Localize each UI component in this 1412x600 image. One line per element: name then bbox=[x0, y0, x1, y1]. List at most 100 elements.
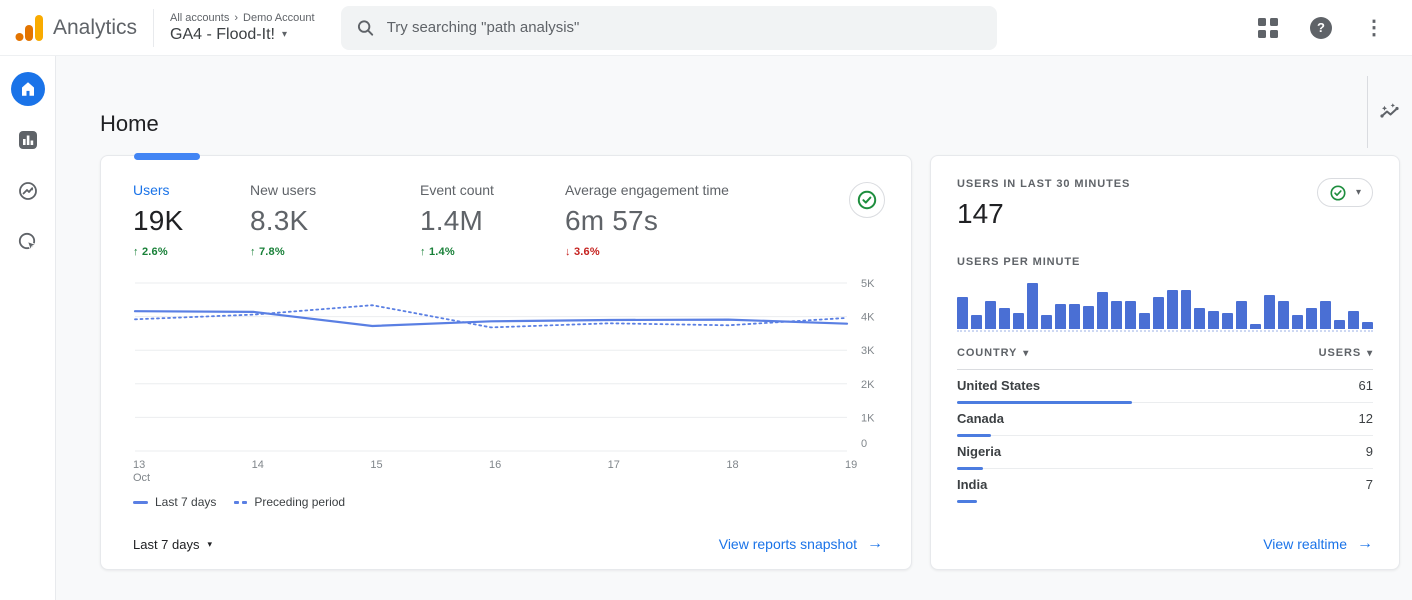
sidebar-item-reports[interactable] bbox=[11, 123, 45, 157]
check-circle-icon bbox=[1330, 184, 1346, 201]
minute-bar bbox=[1362, 322, 1374, 329]
metric-value: 8.3K bbox=[250, 205, 309, 236]
sidebar-item-advertising[interactable] bbox=[11, 225, 45, 259]
users-trend-chart: 5K 4K 3K 2K 1K 0 13 Oct 14 15 16 17 18 19 bbox=[133, 274, 883, 489]
minute-bar bbox=[1068, 303, 1080, 329]
bar-chart-icon bbox=[18, 131, 37, 149]
breadcrumb-account: All accounts bbox=[170, 11, 230, 24]
reports-snapshot-card: Users 19K ↑ 2.6% New users 8.3K ↑ 7.8% E… bbox=[100, 153, 912, 570]
svg-text:5K: 5K bbox=[861, 278, 875, 290]
realtime-card: USERS IN LAST 30 MINUTES 147 ▾ USERS PER… bbox=[930, 155, 1400, 570]
metric-label: Users bbox=[133, 182, 170, 198]
search-bar[interactable] bbox=[340, 5, 997, 50]
svg-text:1K: 1K bbox=[861, 412, 875, 424]
more-vert-icon[interactable]: ⋮ bbox=[1364, 18, 1384, 38]
minute-bar bbox=[1278, 301, 1290, 329]
metric-delta: ↓ 3.6% bbox=[565, 246, 600, 258]
svg-text:4K: 4K bbox=[861, 312, 875, 324]
home-icon bbox=[21, 82, 34, 96]
breadcrumb-separator: › bbox=[234, 11, 239, 24]
minute-bar bbox=[1348, 310, 1360, 329]
minute-bar bbox=[1320, 301, 1332, 329]
users-per-minute-chart bbox=[957, 280, 1374, 332]
active-metric-tab-indicator bbox=[134, 153, 200, 160]
table-row-united-states: United States 61 bbox=[957, 370, 1373, 404]
sort-caret-icon: ▾ bbox=[1367, 347, 1373, 359]
minute-bar bbox=[1334, 319, 1346, 329]
svg-text:16: 16 bbox=[489, 459, 501, 471]
metric-event-count[interactable]: Event count 1.4M ↑ 1.4% bbox=[420, 182, 565, 258]
minute-bar bbox=[1110, 301, 1122, 329]
chevron-down-icon: ▾ bbox=[281, 29, 287, 40]
insights-panel-toggle[interactable] bbox=[1367, 76, 1412, 148]
metric-avg-engagement-time[interactable]: Average engagement time 6m 57s ↓ 3.6% bbox=[565, 182, 729, 258]
left-nav-rail bbox=[0, 56, 56, 600]
realtime-users-value: 147 bbox=[957, 198, 1004, 229]
trend-arrow-icon: ↑ bbox=[420, 246, 426, 258]
metric-new-users[interactable]: New users 8.3K ↑ 7.8% bbox=[250, 182, 420, 258]
advertising-icon bbox=[18, 232, 37, 252]
minute-bar bbox=[1026, 283, 1038, 329]
svg-text:18: 18 bbox=[726, 459, 738, 471]
sidebar-item-explore[interactable] bbox=[11, 174, 45, 208]
table-row-nigeria: Nigeria 9 bbox=[957, 436, 1373, 470]
apps-grid-icon[interactable] bbox=[1258, 17, 1278, 38]
header-divider bbox=[153, 8, 155, 47]
metric-label: Average engagement time bbox=[565, 182, 729, 198]
minute-bar bbox=[1292, 315, 1304, 329]
minute-bar bbox=[1306, 308, 1318, 329]
legend-preceding-period: Preceding period bbox=[234, 495, 345, 509]
analytics-logo-icon bbox=[15, 14, 43, 41]
date-range-dropdown[interactable]: Last 7 days ▾ bbox=[133, 537, 212, 552]
minute-bar bbox=[1124, 301, 1136, 329]
minute-bar bbox=[1152, 296, 1164, 329]
view-realtime-link[interactable]: View realtime → bbox=[1263, 535, 1373, 553]
search-input[interactable] bbox=[386, 19, 981, 36]
analytics-logo[interactable]: Analytics bbox=[0, 13, 137, 43]
main-content: Home Users 19K ↑ 2.6% New users 8.3K ↑ 7… bbox=[56, 56, 1412, 600]
data-quality-badge[interactable] bbox=[849, 182, 885, 218]
page-title: Home bbox=[100, 111, 159, 136]
breadcrumb: All accounts › Demo Account bbox=[170, 12, 315, 24]
sidebar-item-home[interactable] bbox=[10, 72, 45, 106]
minute-bar bbox=[1096, 292, 1108, 329]
metric-value: 6m 57s bbox=[565, 205, 659, 236]
svg-text:14: 14 bbox=[252, 459, 264, 471]
metric-label: Event count bbox=[420, 182, 494, 198]
minute-bar bbox=[1194, 308, 1206, 329]
minute-bar bbox=[1138, 312, 1150, 329]
trend-arrow-icon: ↑ bbox=[133, 246, 139, 258]
table-row-india: India 7 bbox=[957, 469, 1373, 503]
minute-bar bbox=[1082, 306, 1094, 329]
minute-bar bbox=[998, 308, 1010, 329]
svg-text:19: 19 bbox=[845, 459, 857, 471]
sort-caret-icon: ▾ bbox=[1023, 347, 1030, 359]
insights-icon bbox=[1380, 103, 1399, 118]
users-per-minute-label: USERS PER MINUTE bbox=[957, 256, 1081, 268]
realtime-title: USERS IN LAST 30 MINUTES bbox=[957, 178, 1131, 190]
trend-arrow-icon: ↑ bbox=[250, 246, 256, 258]
explore-icon bbox=[18, 182, 37, 200]
minute-bar bbox=[1208, 310, 1220, 329]
svg-text:3K: 3K bbox=[861, 345, 875, 357]
minute-bar bbox=[1250, 324, 1262, 329]
metric-value: 1.4M bbox=[420, 205, 484, 236]
property-selector[interactable]: GA4 - Flood-It! ▾ bbox=[170, 26, 315, 44]
svg-text:0: 0 bbox=[861, 438, 867, 450]
metric-users[interactable]: Users 19K ↑ 2.6% bbox=[133, 182, 250, 258]
chart-legend: Last 7 days Preceding period bbox=[133, 495, 883, 509]
minute-bar bbox=[1264, 294, 1276, 329]
realtime-status-dropdown[interactable]: ▾ bbox=[1316, 178, 1373, 207]
users-column-sort[interactable]: USERS ▾ bbox=[1319, 347, 1373, 359]
minute-bar bbox=[1236, 301, 1248, 329]
chevron-down-icon: ▾ bbox=[1355, 187, 1361, 198]
account-switcher[interactable]: All accounts › Demo Account GA4 - Flood-… bbox=[170, 12, 315, 44]
country-column-sort[interactable]: COUNTRY ▾ bbox=[957, 347, 1029, 359]
chevron-down-icon: ▾ bbox=[207, 538, 213, 549]
check-circle-icon bbox=[857, 190, 877, 210]
minute-bar bbox=[1012, 312, 1024, 329]
help-icon[interactable]: ? bbox=[1310, 16, 1332, 39]
brand-name: Analytics bbox=[53, 15, 138, 39]
metric-label: New users bbox=[250, 182, 317, 198]
view-reports-snapshot-link[interactable]: View reports snapshot → bbox=[719, 535, 883, 553]
